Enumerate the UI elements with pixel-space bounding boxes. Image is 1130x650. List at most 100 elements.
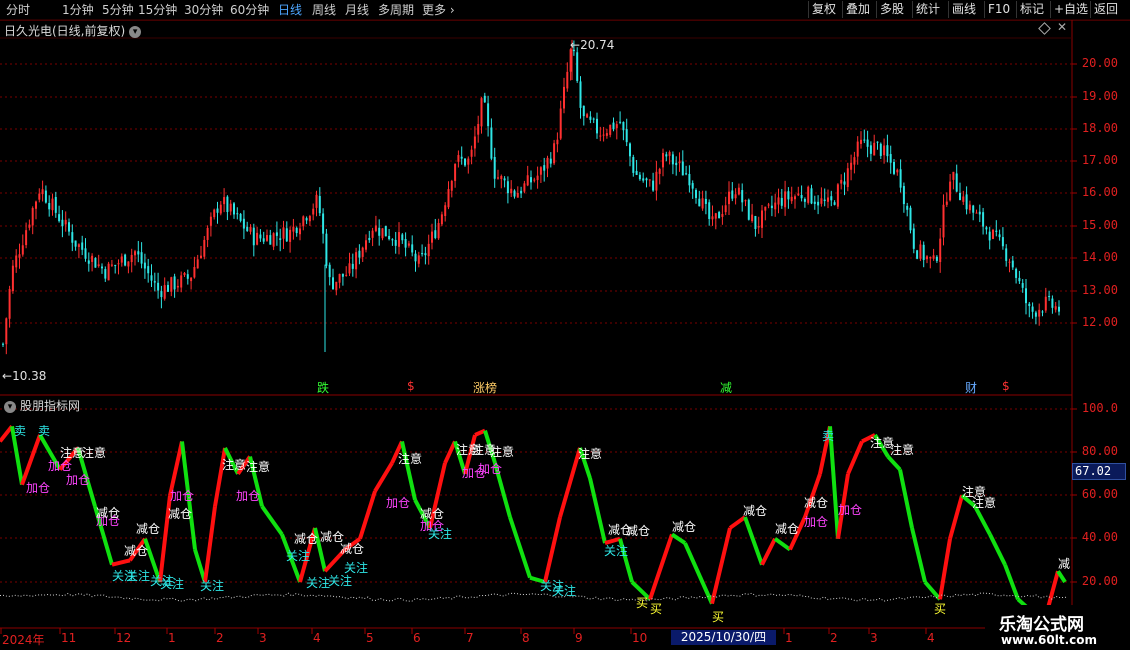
candle-body [899,169,902,188]
y-tick-label: 17.00 [1081,153,1118,167]
indicator-segment [973,505,992,536]
main-chart-title[interactable]: 日久光电(日线,前复权) ▾ [4,22,142,39]
x-tick-label: 2 [830,631,838,645]
candle-body [688,173,691,186]
candle-body [698,198,701,207]
candle-body [5,318,8,345]
event-marker-gain-list[interactable]: 涨榜 [473,379,497,396]
candle-body [81,242,84,250]
candle-body [447,189,450,208]
candle-body [163,285,166,299]
indicator-segment [828,426,840,539]
candle-body [843,181,846,185]
candle-body [599,135,602,137]
candle-body [1015,268,1018,278]
candle-body [853,157,856,165]
candle-body [777,197,780,205]
candle-body [143,262,146,269]
indicator-y-tick-label: 40.00 [1081,530,1118,544]
candle-body [830,196,833,201]
candle-body [962,196,965,202]
candle-body [615,124,618,129]
event-marker-dollar-2[interactable]: $ [1002,379,1010,393]
event-marker-dollar[interactable]: $ [407,379,415,393]
x-tick-label: 12 [116,631,132,645]
candle-body [982,212,985,227]
candle-body [955,173,958,192]
candle-body [269,235,272,245]
candle-body [1038,309,1041,317]
candle-body [582,105,585,117]
candle-body [622,122,625,131]
candle-body [968,204,971,211]
candle-body [678,161,681,164]
candle-body [77,244,80,247]
signal-label: 减仓 [804,496,829,510]
candle-body [176,285,179,288]
candle-body [35,201,37,209]
indicator-y-tick-label: 60.00 [1081,487,1118,501]
event-marker-drop[interactable]: 跌 [317,379,329,396]
indicator-y-tick-label: 80.00 [1081,444,1118,458]
candle-body [704,198,707,204]
indicator-segment [1046,570,1060,609]
indicator-menu-icon[interactable]: ▾ [4,400,16,413]
candle-body [38,193,41,200]
candle-body [25,230,28,246]
event-marker-finance[interactable]: 财 [965,379,977,396]
dropdown-icon[interactable]: ▾ [129,25,142,38]
candle-body [902,186,905,205]
candle-body [71,232,74,243]
x-tick-label: 2024年 [2,633,45,647]
candle-body [734,194,737,199]
candle-body [770,205,773,209]
candle-body [757,225,760,228]
candle-body [638,174,641,180]
candle-body [137,251,140,255]
candle-body [272,233,275,247]
candle-body [153,281,156,283]
close-icon[interactable]: ✕ [1057,20,1067,34]
candle-body [424,253,427,256]
candle-body [589,116,592,120]
x-tick-label: 7 [466,631,474,645]
candle-body [374,225,377,232]
candle-body [124,254,127,266]
candle-body [483,95,486,103]
x-tick-label: 1 [785,631,793,645]
candle-body [896,169,899,173]
indicator-title-text: 股朋指标网 [20,399,81,413]
candle-body [8,289,11,319]
candle-body [312,208,315,215]
candle-body [328,264,331,278]
candle-body [866,139,869,147]
candle-body [695,189,697,198]
candle-body [576,52,579,81]
signal-label: 减仓 [626,524,651,538]
signal-label: 加仓 [170,489,195,503]
candle-body [995,230,998,232]
candle-body [975,212,978,214]
candle-body [1034,312,1037,317]
candle-body [262,238,265,242]
candle-body [338,273,341,283]
candle-body [596,118,598,134]
candle-body [196,259,199,269]
candle-body [114,264,117,266]
candle-body [959,192,961,201]
candle-body [922,244,925,260]
candle-body [209,216,212,226]
high-price-label: ←20.74 [570,39,614,52]
candle-body [308,216,311,222]
candle-body [860,139,862,144]
event-marker-reduce[interactable]: 减 [720,379,732,396]
candle-body [216,208,219,213]
indicator-segment [898,469,914,529]
candle-body [820,198,823,204]
candle-body [952,171,955,180]
y-tick-label: 12.00 [1081,315,1118,329]
candle-body [893,161,895,174]
candle-body [454,164,457,181]
chart-canvas[interactable] [0,0,1130,650]
indicator-title[interactable]: ▾ 股朋指标网 [4,397,80,414]
